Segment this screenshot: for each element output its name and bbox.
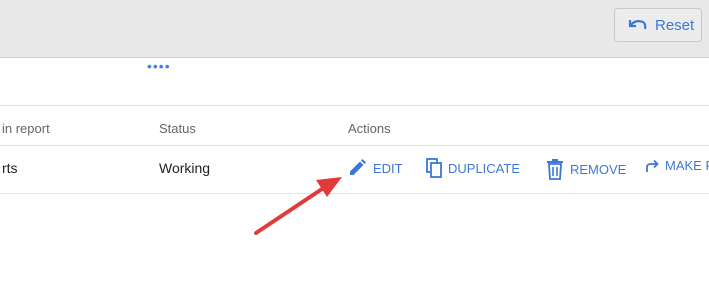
annotation-arrow xyxy=(254,177,342,235)
